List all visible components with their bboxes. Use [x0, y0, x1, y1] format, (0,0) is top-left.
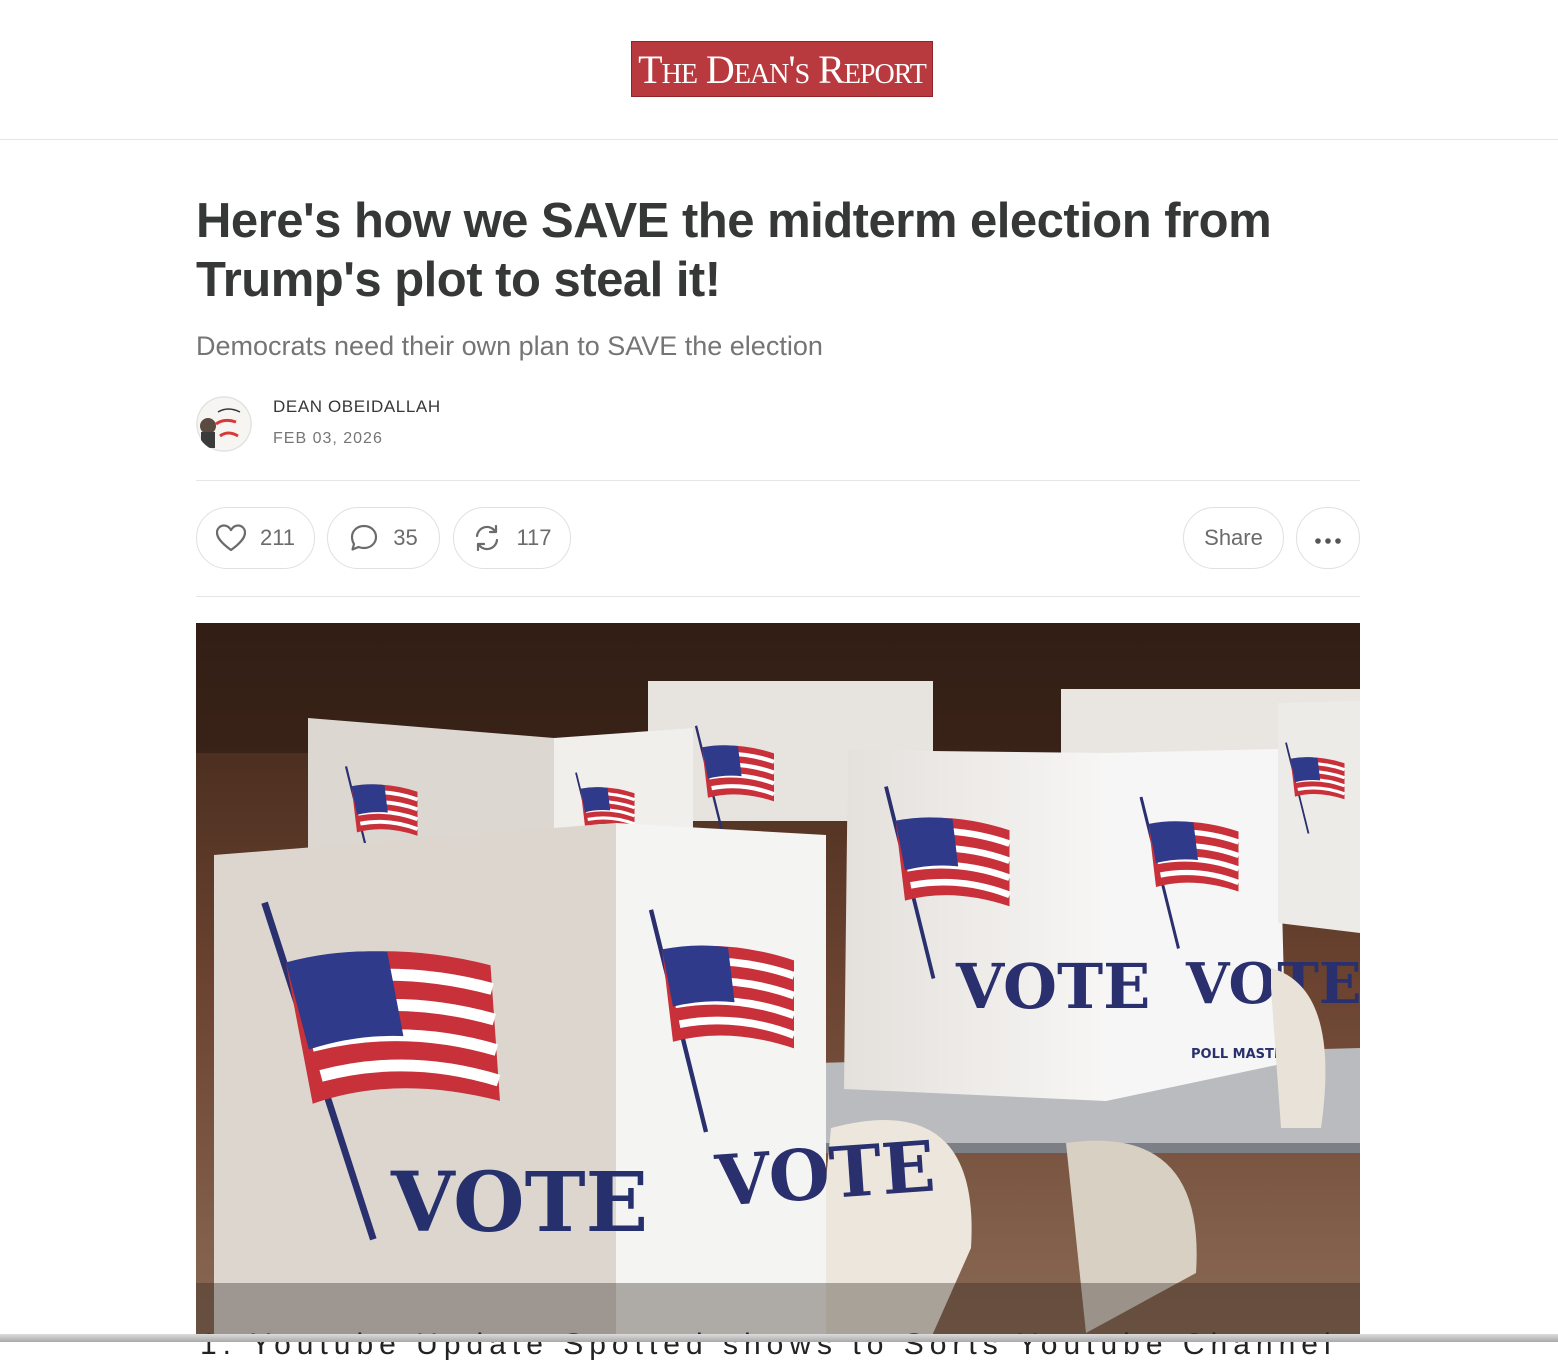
- byline: DEAN OBEIDALLAH FEB 03, 2026: [196, 394, 1360, 454]
- heart-icon: [215, 523, 246, 553]
- like-count: 211: [259, 525, 296, 550]
- article-title: Here's how we SAVE the midterm election …: [196, 194, 1272, 307]
- restack-button[interactable]: 117: [453, 507, 571, 569]
- vote-sign-text: VOTE: [955, 950, 1150, 1023]
- ellipsis-icon: [1314, 525, 1342, 551]
- publication-logo[interactable]: The Dean's Report: [631, 41, 933, 97]
- comment-bubble-icon: [349, 523, 379, 553]
- like-button[interactable]: 211: [196, 507, 315, 569]
- comment-button[interactable]: 35: [327, 507, 440, 569]
- article-subtitle: Democrats need their own plan to SAVE th…: [196, 331, 823, 361]
- divider-top: [196, 480, 1360, 481]
- top-bar: The Dean's Report: [0, 0, 1558, 140]
- comment-count: 35: [393, 525, 418, 550]
- svg-text:VOTE: VOTE: [390, 1155, 648, 1251]
- publish-date: FEB 03, 2026: [273, 430, 383, 447]
- share-button[interactable]: Share: [1183, 507, 1284, 569]
- avatar[interactable]: [196, 396, 252, 452]
- divider-bottom: [196, 596, 1360, 597]
- hero-image[interactable]: VOTE VOTE POLL MASTER II VOTE VOTE: [196, 623, 1360, 1338]
- more-options-button[interactable]: [1296, 507, 1360, 569]
- action-bar: 211 35 117 Share: [196, 507, 1360, 571]
- window-bottom-edge: [0, 1334, 1558, 1342]
- restack-icon: [472, 523, 502, 553]
- svg-text:VOTE: VOTE: [712, 1125, 938, 1223]
- author-name[interactable]: DEAN OBEIDALLAH: [273, 397, 441, 417]
- restack-count: 117: [516, 525, 552, 550]
